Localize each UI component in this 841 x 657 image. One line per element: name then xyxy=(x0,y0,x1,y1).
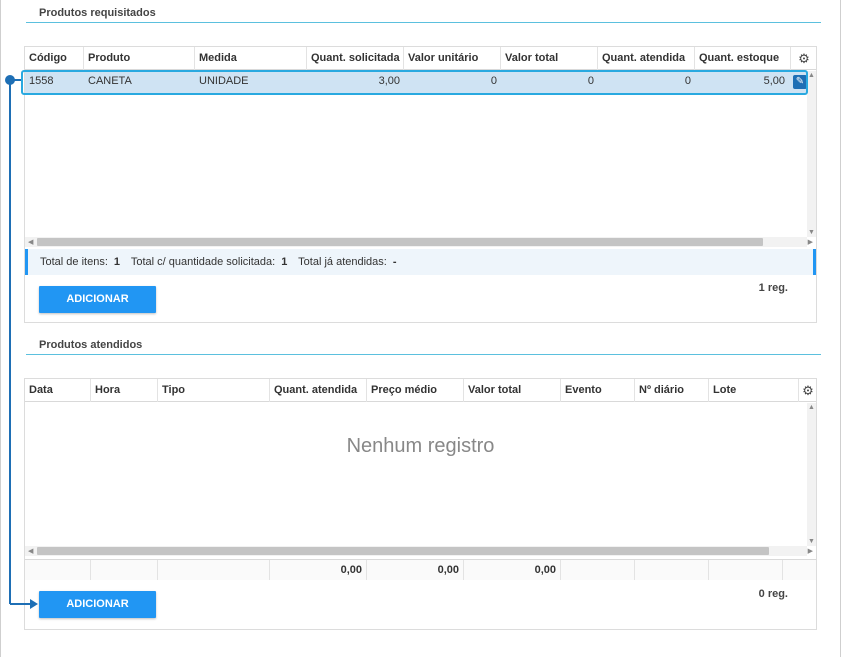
connector-arrow xyxy=(5,75,38,609)
